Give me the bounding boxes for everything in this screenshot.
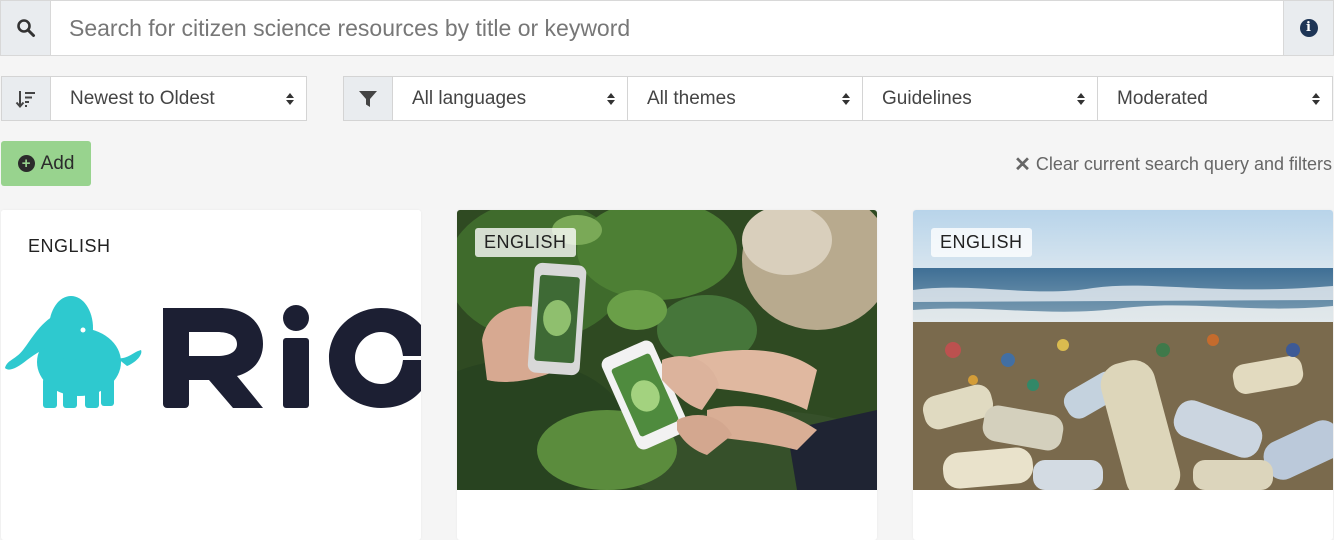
language-badge: ENGLISH — [28, 236, 111, 256]
sort-addon — [2, 77, 51, 120]
resource-card[interactable]: ENGLISH — [913, 210, 1333, 540]
add-button-label: Add — [40, 152, 75, 174]
theme-select[interactable]: All themes — [628, 77, 863, 120]
sort-descending-icon — [15, 90, 35, 108]
sort-select[interactable]: Newest to Oldest — [51, 77, 306, 120]
plus-circle-icon: + — [17, 155, 35, 172]
moderation-select[interactable]: Moderated — [1098, 77, 1332, 120]
resource-card[interactable]: ENGLISH — [457, 210, 877, 540]
theme-select-value: All themes — [647, 87, 736, 109]
close-icon: ✕ — [1014, 153, 1031, 176]
sort-select-value: Newest to Oldest — [70, 87, 215, 109]
category-select-value: Guidelines — [882, 87, 972, 109]
category-select[interactable]: Guidelines — [863, 77, 1098, 120]
select-caret-icon — [1312, 92, 1320, 105]
filter-funnel-icon — [359, 90, 377, 107]
info-icon: i — [1299, 19, 1318, 37]
moderation-select-value: Moderated — [1117, 87, 1208, 109]
language-badge: ENGLISH — [475, 228, 576, 257]
sort-control: Newest to Oldest — [1, 76, 307, 121]
select-caret-icon — [1077, 92, 1085, 105]
clear-filters-link[interactable]: ✕ Clear current search query and filters — [1014, 154, 1332, 175]
search-input[interactable] — [51, 1, 1283, 55]
search-bar: i — [0, 0, 1334, 56]
language-select[interactable]: All languages — [393, 77, 628, 120]
info-button[interactable]: i — [1283, 1, 1333, 55]
search-button[interactable] — [1, 1, 51, 55]
resource-card[interactable]: ENGLISH — [1, 210, 421, 540]
select-caret-icon — [607, 92, 615, 105]
filter-control: All languages All themes Guidelines Mode… — [343, 76, 1333, 121]
filter-addon — [344, 77, 393, 120]
select-caret-icon — [286, 92, 294, 105]
search-icon — [16, 19, 35, 37]
language-badge: ENGLISH — [931, 228, 1032, 257]
add-resource-button[interactable]: + Add — [1, 141, 91, 186]
language-select-value: All languages — [412, 87, 527, 109]
clear-filters-label: Clear current search query and filters — [1035, 154, 1332, 174]
select-caret-icon — [842, 92, 850, 105]
